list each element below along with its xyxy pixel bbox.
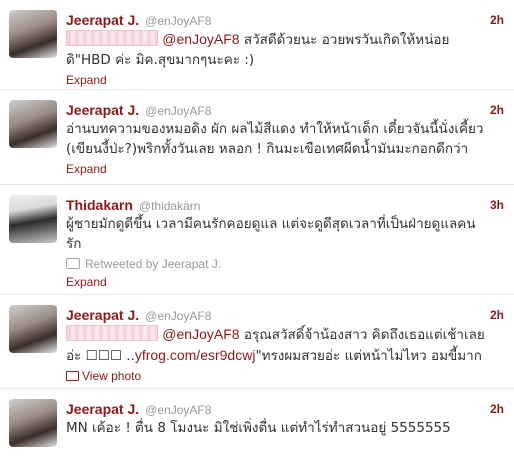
tweet-text-line: อ่ะ ☐☐☐ .. xyxy=(66,348,135,364)
tweet-content: Thidakarn @thidakarn 3h ผู้ชายมักดูดีขึ้น… xyxy=(66,196,504,290)
tweet-item[interactable]: Jeerapat J. @enJoyAF8 2h MN เค้อะ ! ตื่น … xyxy=(0,389,514,461)
author-handle[interactable]: @thidakarn xyxy=(139,199,201,213)
photo-icon xyxy=(66,371,79,381)
tweet-content: Jeerapat J. @enJoyAF8 2h @enJoyAF8 สวัสดี… xyxy=(66,11,504,88)
author-name[interactable]: Jeerapat J. xyxy=(66,12,139,28)
mention-link[interactable]: @enJoyAF8 xyxy=(162,326,239,342)
view-photo-link[interactable]: View photo xyxy=(66,368,502,384)
tweet-header: Thidakarn @thidakarn 3h xyxy=(66,196,504,214)
tweet-time[interactable]: 2h xyxy=(490,306,504,324)
tweet-content: Jeerapat J. @enJoyAF8 2h @enJoyAF8 อรุณสว… xyxy=(66,306,504,384)
tweet-content: Jeerapat J. @enJoyAF8 2h MN เค้อะ ! ตื่น … xyxy=(66,400,504,438)
tweet-content: Jeerapat J. @enJoyAF8 2h อ่านบทความของหมอ… xyxy=(66,101,504,177)
tweet-time[interactable]: 2h xyxy=(490,11,504,29)
tweet-header: Jeerapat J. @enJoyAF8 2h xyxy=(66,11,504,29)
tweet-text-line: รัก xyxy=(66,236,82,252)
tweet-text: ผู้ชายมักดูดีขึ้น เวลามีคนรักคอยดูแล แต่… xyxy=(66,214,502,254)
author-handle[interactable]: @enJoyAF8 xyxy=(145,309,211,323)
author-handle[interactable]: @enJoyAF8 xyxy=(145,403,211,417)
tweet-text: @enJoyAF8 อรุณสวัสดิ์จ้าน้องสาว คิดถึงเธ… xyxy=(66,324,502,366)
tweet-text-line: (เขียนงี้ป่ะ?)พริกทั้งวันเลย หลอก ! กินม… xyxy=(66,141,469,157)
tweet-header: Jeerapat J. @enJoyAF8 2h xyxy=(66,400,504,418)
author-name[interactable]: Thidakarn xyxy=(66,197,133,213)
author-name[interactable]: Jeerapat J. xyxy=(66,401,139,417)
tweet-text-line: อรุณสวัสดิ์จ้าน้องสาว คิดถึงเธอแต่เช้าเล… xyxy=(239,327,485,343)
photo-link[interactable]: yfrog.com/esr9dcwj xyxy=(135,347,256,363)
tweet-header: Jeerapat J. @enJoyAF8 2h xyxy=(66,306,504,324)
author-handle[interactable]: @enJoyAF8 xyxy=(145,14,211,28)
tweet-text-line: MN เค้อะ ! ตื่น 8 โมงนะ มิใช่เพิ่งตื่น แ… xyxy=(66,420,451,436)
avatar[interactable] xyxy=(9,195,57,243)
tweet-time[interactable]: 3h xyxy=(490,196,504,214)
tweet-text-line: สวัสดีด้วยนะ อวยพรวันเกิดให้หน่อย xyxy=(239,32,450,48)
avatar[interactable] xyxy=(9,10,57,58)
mention-link[interactable]: @enJoyAF8 xyxy=(162,31,239,47)
redacted-block xyxy=(66,325,158,341)
redacted-block xyxy=(66,30,158,46)
tweet-text: อ่านบทความของหมอดิง ผัก ผลไม้สีแดง ทำให้… xyxy=(66,119,502,159)
retweeted-by: Retweeted by Jeerapat J. xyxy=(66,256,502,272)
expand-link[interactable]: Expand xyxy=(66,274,502,290)
tweet-item[interactable]: Jeerapat J. @enJoyAF8 2h @enJoyAF8 อรุณสว… xyxy=(0,295,514,389)
tweet-text-line: ดิ"HBD ค่ะ มิค.สุขมากๆนะคะ :) xyxy=(66,52,255,68)
retweeted-label: Retweeted by Jeerapat J. xyxy=(85,257,222,271)
tweet-time[interactable]: 2h xyxy=(490,400,504,418)
tweet-time[interactable]: 2h xyxy=(490,101,504,119)
tweet-item[interactable]: Jeerapat J. @enJoyAF8 2h @enJoyAF8 สวัสดี… xyxy=(0,0,514,90)
author-handle[interactable]: @enJoyAF8 xyxy=(145,104,211,118)
author-name[interactable]: Jeerapat J. xyxy=(66,307,139,323)
tweet-text: @enJoyAF8 สวัสดีด้วยนะ อวยพรวันเกิดให้หน… xyxy=(66,29,502,70)
retweet-icon xyxy=(66,258,80,269)
avatar[interactable] xyxy=(9,399,57,447)
avatar[interactable] xyxy=(9,305,57,353)
tweet-text-line: อ่านบทความของหมอดิง ผัก ผลไม้สีแดง ทำให้… xyxy=(66,121,484,137)
tweet-text-line: "ทรงผมสวยอ่ะ แต่หน้าไม่ไหว อมขี้มาก xyxy=(255,348,482,364)
tweet-item[interactable]: Jeerapat J. @enJoyAF8 2h อ่านบทความของหมอ… xyxy=(0,90,514,185)
tweet-item[interactable]: Thidakarn @thidakarn 3h ผู้ชายมักดูดีขึ้น… xyxy=(0,185,514,295)
author-name[interactable]: Jeerapat J. xyxy=(66,102,139,118)
tweet-header: Jeerapat J. @enJoyAF8 2h xyxy=(66,101,504,119)
view-photo-label: View photo xyxy=(82,369,142,383)
avatar[interactable] xyxy=(9,100,57,148)
tweet-text-line: ผู้ชายมักดูดีขึ้น เวลามีคนรักคอยดูแล แต่… xyxy=(66,216,476,232)
tweet-text: MN เค้อะ ! ตื่น 8 โมงนะ มิใช่เพิ่งตื่น แ… xyxy=(66,418,502,438)
expand-link[interactable]: Expand xyxy=(66,72,502,88)
expand-link[interactable]: Expand xyxy=(66,161,502,177)
